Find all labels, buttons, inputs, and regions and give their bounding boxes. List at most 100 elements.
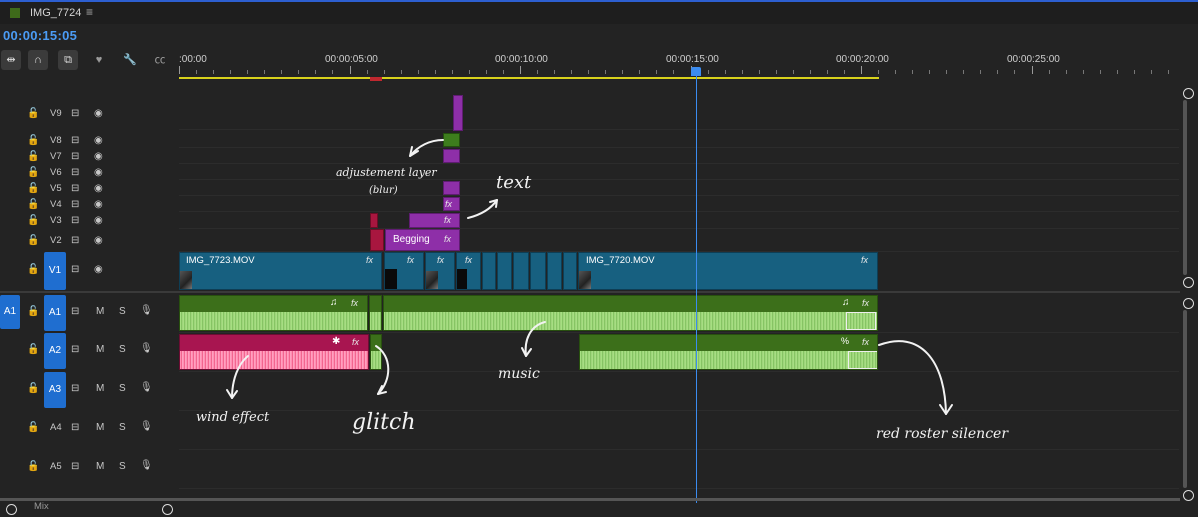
v1-clip[interactable] <box>513 252 529 290</box>
track-target-v1[interactable]: V1 <box>44 252 66 290</box>
eye-icon[interactable]: ◉ <box>94 183 103 194</box>
a2-silencer-clip[interactable]: % fx <box>579 334 878 370</box>
v3-title-clip[interactable]: fx <box>409 213 460 228</box>
eye-icon[interactable]: ◉ <box>94 167 103 178</box>
sync-lock-icon[interactable]: ⊟ <box>71 461 79 472</box>
eye-icon[interactable]: ◉ <box>94 108 103 119</box>
scroll-knob[interactable] <box>1183 490 1194 501</box>
microphone-icon[interactable]: 🎙 <box>140 460 153 471</box>
lock-icon[interactable]: 🔓 <box>27 422 39 433</box>
v9-clip[interactable] <box>453 95 463 131</box>
microphone-icon[interactable]: 🎙 <box>140 305 153 316</box>
lock-icon[interactable]: 🔓 <box>27 108 39 119</box>
lock-icon[interactable]: 🔓 <box>27 306 39 317</box>
a1-clip[interactable] <box>369 295 382 331</box>
eye-icon[interactable]: ◉ <box>94 215 103 226</box>
linked-selection-icon[interactable]: ⧉ <box>58 50 78 70</box>
solo-button[interactable]: S <box>119 383 126 394</box>
lock-icon[interactable]: 🔓 <box>27 151 39 162</box>
track-target-a1[interactable]: A1 <box>44 295 66 331</box>
sync-lock-icon[interactable]: ⊟ <box>71 344 79 355</box>
time-ruler[interactable]: :00:00 00:00:05:00 00:00:10:00 00:00:15:… <box>179 50 1179 80</box>
v1-clip[interactable]: fx <box>456 252 481 290</box>
microphone-icon[interactable]: 🎙 <box>140 343 153 354</box>
v4-title-clip[interactable]: fx <box>443 197 460 211</box>
captions-icon[interactable]: ㏄ <box>150 50 170 70</box>
v1-clip[interactable] <box>563 252 577 290</box>
solo-button[interactable]: S <box>119 306 126 317</box>
a2-wind-effect-clip[interactable]: ✱ fx <box>179 334 369 370</box>
video-scrollbar[interactable] <box>1183 100 1187 275</box>
v1-clip[interactable]: fx <box>425 252 455 290</box>
nest-toggle-icon[interactable]: ⇹ <box>1 50 21 70</box>
wrench-settings-icon[interactable]: 🔧 <box>120 50 140 70</box>
a1-music-clip[interactable]: ♫ fx <box>383 295 878 331</box>
sync-lock-icon[interactable]: ⊟ <box>71 167 79 178</box>
a2-glitch-clip[interactable] <box>370 334 382 370</box>
eye-icon[interactable]: ◉ <box>94 135 103 146</box>
lock-icon[interactable]: 🔓 <box>27 183 39 194</box>
scroll-knob[interactable] <box>1183 88 1194 99</box>
scroll-knob[interactable] <box>1183 277 1194 288</box>
sync-lock-icon[interactable]: ⊟ <box>71 215 79 226</box>
lock-icon[interactable]: 🔓 <box>27 383 39 394</box>
a1-clip[interactable]: ♫ fx <box>179 295 368 331</box>
eye-icon[interactable]: ◉ <box>94 151 103 162</box>
playhead-handle[interactable] <box>691 67 701 76</box>
adjustment-layer-clip[interactable] <box>443 133 460 147</box>
mute-button[interactable]: M <box>96 344 104 355</box>
eye-icon[interactable]: ◉ <box>94 199 103 210</box>
lock-icon[interactable]: 🔓 <box>27 344 39 355</box>
solo-button[interactable]: S <box>119 461 126 472</box>
video-audio-divider[interactable] <box>0 291 1180 293</box>
sync-lock-icon[interactable]: ⊟ <box>71 422 79 433</box>
v1-clip[interactable] <box>482 252 496 290</box>
mute-button[interactable]: M <box>96 306 104 317</box>
v1-clip[interactable] <box>530 252 546 290</box>
microphone-icon[interactable]: 🎙 <box>140 421 153 432</box>
microphone-icon[interactable]: 🎙 <box>140 382 153 393</box>
hamburger-menu-icon[interactable]: ≡ <box>86 5 93 19</box>
v1-clip[interactable]: fx <box>384 252 424 290</box>
scroll-knob[interactable] <box>1183 298 1194 309</box>
lock-icon[interactable]: 🔓 <box>27 135 39 146</box>
solo-button[interactable]: S <box>119 422 126 433</box>
audio-scrollbar[interactable] <box>1183 310 1187 488</box>
source-patch-a1[interactable]: A1 <box>0 295 20 329</box>
work-area-bar[interactable] <box>179 77 879 79</box>
zoom-knob[interactable] <box>6 504 17 515</box>
v1-clip[interactable] <box>547 252 562 290</box>
horizontal-scrollbar[interactable] <box>0 498 1180 501</box>
sync-lock-icon[interactable]: ⊟ <box>71 108 79 119</box>
v2-title-clip[interactable]: Begging fx <box>385 229 460 251</box>
in-point-marker[interactable] <box>370 77 382 81</box>
lock-icon[interactable]: 🔓 <box>27 215 39 226</box>
sync-lock-icon[interactable]: ⊟ <box>71 199 79 210</box>
eye-icon[interactable]: ◉ <box>94 235 103 246</box>
transition-box[interactable] <box>848 351 877 369</box>
mute-button[interactable]: M <box>96 422 104 433</box>
sync-lock-icon[interactable]: ⊟ <box>71 306 79 317</box>
track-target-a2[interactable]: A2 <box>44 333 66 369</box>
transition-box[interactable] <box>846 312 876 330</box>
mute-button[interactable]: M <box>96 461 104 472</box>
lock-icon[interactable]: 🔓 <box>27 235 39 246</box>
sync-lock-icon[interactable]: ⊟ <box>71 183 79 194</box>
playhead-line[interactable] <box>696 76 697 503</box>
zoom-knob[interactable] <box>162 504 173 515</box>
v1-clip-img7720[interactable]: IMG_7720.MOV fx <box>578 252 878 290</box>
v1-clip-img7723[interactable]: IMG_7723.MOV fx <box>179 252 382 290</box>
sync-lock-icon[interactable]: ⊟ <box>71 135 79 146</box>
track-target-a3[interactable]: A3 <box>44 372 66 408</box>
lock-icon[interactable]: 🔓 <box>27 461 39 472</box>
v7-clip[interactable] <box>443 149 460 163</box>
sync-lock-icon[interactable]: ⊟ <box>71 151 79 162</box>
v3-glitch-clip[interactable] <box>370 213 378 228</box>
eye-icon[interactable]: ◉ <box>94 264 103 275</box>
playhead-timecode[interactable]: 00:00:15:05 <box>3 28 77 43</box>
sequence-tab[interactable]: IMG_7724 <box>30 7 81 19</box>
snap-magnet-icon[interactable]: ∩ <box>28 50 48 70</box>
lock-icon[interactable]: 🔓 <box>27 264 39 275</box>
v2-glitch-clip[interactable] <box>370 229 384 251</box>
sync-lock-icon[interactable]: ⊟ <box>71 383 79 394</box>
